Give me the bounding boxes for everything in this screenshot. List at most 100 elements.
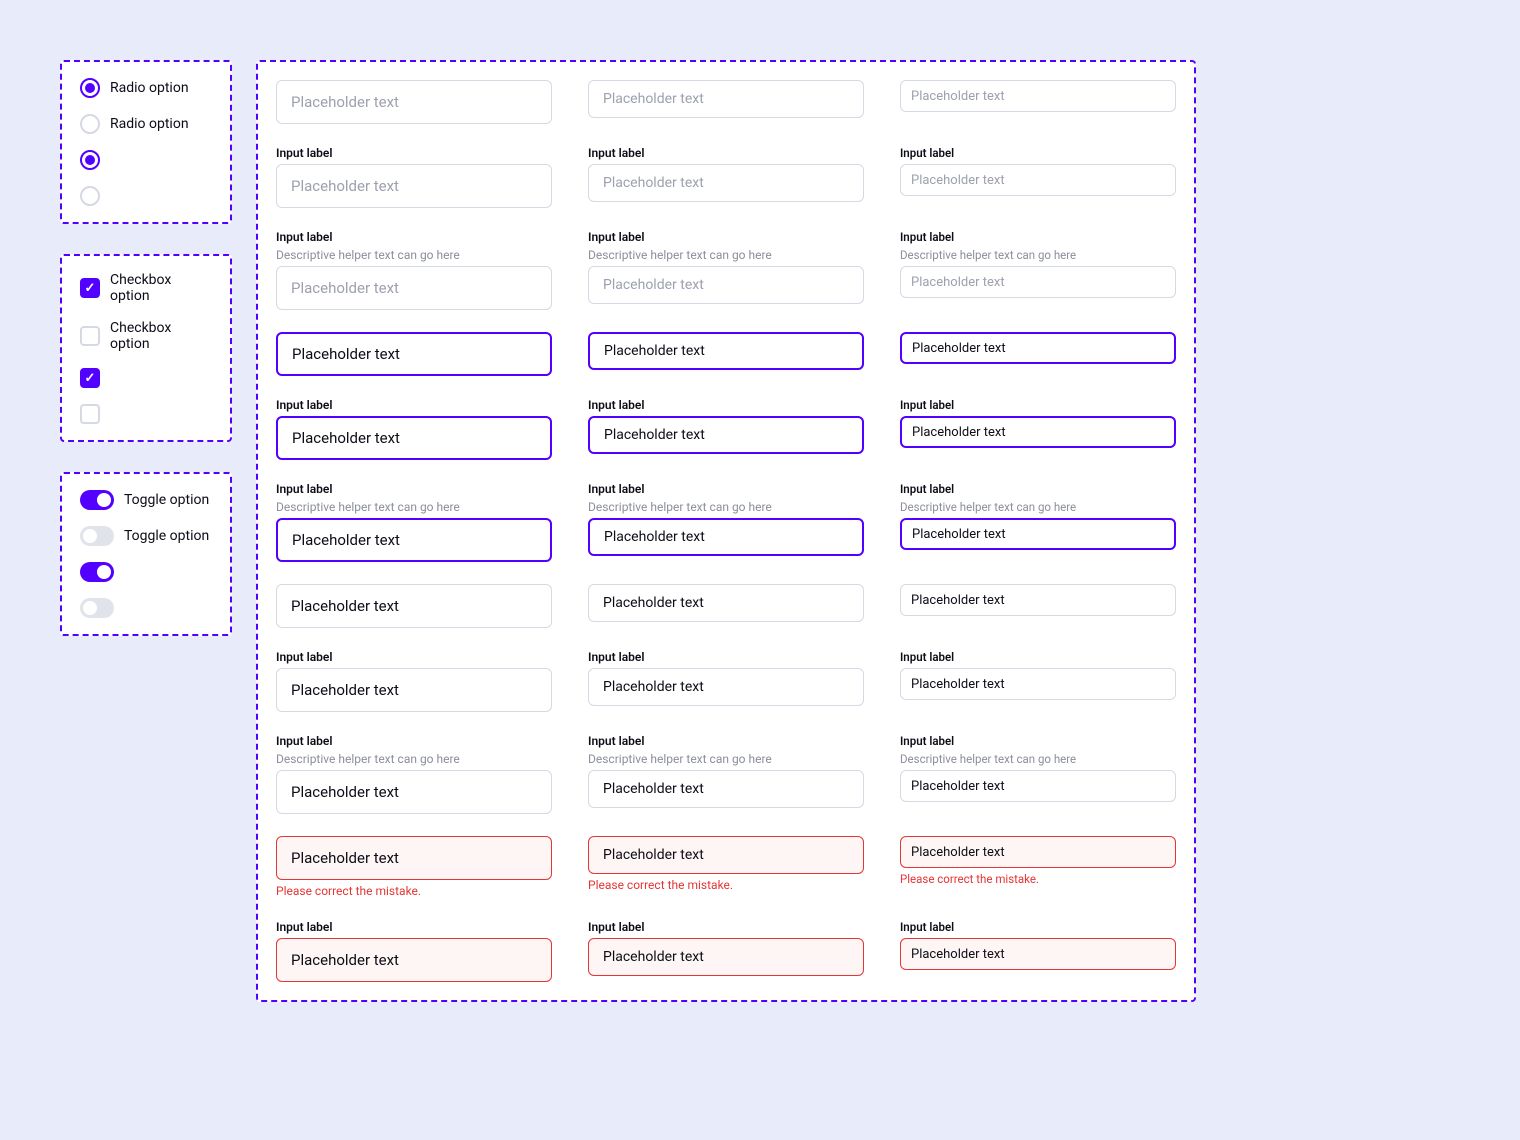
- text-input[interactable]: Placeholder text: [588, 164, 864, 202]
- input-helper: Descriptive helper text can go here: [276, 752, 552, 766]
- toggle-icon: [80, 598, 114, 618]
- input-helper: Descriptive helper text can go here: [588, 248, 864, 262]
- radio-option[interactable]: [80, 150, 212, 170]
- toggle-option[interactable]: Toggle option: [80, 526, 212, 546]
- radio-option[interactable]: Radio option: [80, 78, 212, 98]
- radio-icon: [80, 150, 100, 170]
- input-label: Input label: [900, 734, 1176, 748]
- input-label: Input label: [276, 230, 552, 244]
- input-label: Input label: [276, 398, 552, 412]
- input-label: Input label: [588, 734, 864, 748]
- input-helper: Descriptive helper text can go here: [588, 752, 864, 766]
- text-field: Input labelPlaceholder text: [900, 146, 1176, 208]
- text-field: Input labelDescriptive helper text can g…: [900, 230, 1176, 310]
- text-field: Input labelDescriptive helper text can g…: [276, 230, 552, 310]
- checkbox-option[interactable]: ✓: [80, 368, 212, 388]
- toggle-option[interactable]: [80, 598, 212, 618]
- toggle-icon: [80, 526, 114, 546]
- text-input[interactable]: Placeholder text: [588, 770, 864, 808]
- text-input[interactable]: Placeholder text: [276, 266, 552, 310]
- text-field: Input label Placeholder text: [276, 920, 552, 982]
- text-input[interactable]: Placeholder text: [588, 836, 864, 874]
- text-field: Input label Descriptive helper text can g…: [588, 734, 864, 814]
- text-field: Input label Placeholder text: [900, 398, 1176, 460]
- text-input[interactable]: Placeholder text: [900, 938, 1176, 970]
- text-input[interactable]: Placeholder text: [276, 332, 552, 376]
- input-helper: Descriptive helper text can go here: [276, 500, 552, 514]
- checkbox-icon: ✓: [80, 368, 100, 388]
- text-field: Input label Placeholder text: [276, 650, 552, 712]
- text-input[interactable]: Placeholder text: [276, 938, 552, 982]
- input-label: Input label: [276, 920, 552, 934]
- input-error: Please correct the mistake.: [900, 872, 1176, 886]
- text-input[interactable]: Placeholder text: [588, 518, 864, 556]
- text-input[interactable]: Placeholder text: [588, 668, 864, 706]
- text-field: Input labelPlaceholder text: [900, 920, 1176, 982]
- text-input[interactable]: Placeholder text: [900, 836, 1176, 868]
- text-input[interactable]: Placeholder text: [900, 518, 1176, 550]
- input-helper: Descriptive helper text can go here: [900, 248, 1176, 262]
- input-error: Please correct the mistake.: [588, 878, 864, 892]
- toggle-icon: [80, 562, 114, 582]
- text-input[interactable]: Placeholder text: [588, 584, 864, 622]
- text-field: Input label Descriptive helper text can g…: [276, 482, 552, 562]
- toggle-option[interactable]: [80, 562, 212, 582]
- text-input[interactable]: Placeholder text: [900, 164, 1176, 196]
- radio-option[interactable]: [80, 186, 212, 206]
- input-label: Input label: [900, 398, 1176, 412]
- text-input[interactable]: Placeholder text: [276, 836, 552, 880]
- text-input[interactable]: Placeholder text: [900, 770, 1176, 802]
- text-field: Placeholder text Please correct the mista…: [588, 836, 864, 898]
- text-input[interactable]: Placeholder text: [276, 416, 552, 460]
- text-field: Input label Placeholder text: [588, 650, 864, 712]
- input-label: Input label: [588, 230, 864, 244]
- input-label: Input label: [276, 650, 552, 664]
- radio-panel: Radio option Radio option: [60, 60, 232, 224]
- text-field: Input labelPlaceholder text: [276, 146, 552, 208]
- text-field: Input label Placeholder text: [276, 398, 552, 460]
- text-input[interactable]: Placeholder text: [276, 770, 552, 814]
- radio-icon: [80, 78, 100, 98]
- input-error: Please correct the mistake.: [276, 884, 552, 898]
- toggle-label: Toggle option: [124, 528, 209, 544]
- text-input[interactable]: Placeholder text: [900, 584, 1176, 616]
- text-input[interactable]: Placeholder text: [588, 416, 864, 454]
- text-field: Placeholder text: [900, 584, 1176, 628]
- radio-option[interactable]: Radio option: [80, 114, 212, 134]
- text-input[interactable]: Placeholder text: [276, 80, 552, 124]
- text-field: Placeholder text Please correct the mista…: [276, 836, 552, 898]
- checkbox-option[interactable]: Checkbox option: [80, 320, 212, 352]
- text-input[interactable]: Placeholder text: [900, 80, 1176, 112]
- input-label: Input label: [588, 920, 864, 934]
- text-input[interactable]: Placeholder text: [900, 266, 1176, 298]
- input-helper: Descriptive helper text can go here: [900, 752, 1176, 766]
- input-label: Input label: [900, 482, 1176, 496]
- text-input[interactable]: Placeholder text: [276, 668, 552, 712]
- text-input[interactable]: Placeholder text: [588, 266, 864, 304]
- text-input[interactable]: Placeholder text: [588, 938, 864, 976]
- text-field: Input label Placeholder text: [900, 650, 1176, 712]
- toggle-option[interactable]: Toggle option: [80, 490, 212, 510]
- checkbox-icon: [80, 404, 100, 424]
- checkbox-label: Checkbox option: [110, 272, 212, 304]
- text-field: Input labelDescriptive helper text can g…: [588, 482, 864, 562]
- text-field: Placeholder text: [588, 80, 864, 124]
- text-input[interactable]: Placeholder text: [588, 332, 864, 370]
- text-field: Input label Placeholder text: [588, 920, 864, 982]
- checkbox-option[interactable]: [80, 404, 212, 424]
- text-input[interactable]: Placeholder text: [276, 518, 552, 562]
- checkbox-option[interactable]: ✓ Checkbox option: [80, 272, 212, 304]
- text-field: Placeholder text: [900, 80, 1176, 124]
- input-label: Input label: [588, 650, 864, 664]
- input-label: Input label: [900, 650, 1176, 664]
- text-input[interactable]: Placeholder text: [276, 584, 552, 628]
- text-field: Placeholder text Please correct the mista…: [900, 836, 1176, 898]
- text-input[interactable]: Placeholder text: [900, 668, 1176, 700]
- input-label: Input label: [588, 146, 864, 160]
- text-input[interactable]: Placeholder text: [276, 164, 552, 208]
- text-input[interactable]: Placeholder text: [900, 416, 1176, 448]
- text-input[interactable]: Placeholder text: [588, 80, 864, 118]
- toggle-panel: Toggle option Toggle option: [60, 472, 232, 636]
- text-input[interactable]: Placeholder text: [900, 332, 1176, 364]
- input-label: Input label: [276, 482, 552, 496]
